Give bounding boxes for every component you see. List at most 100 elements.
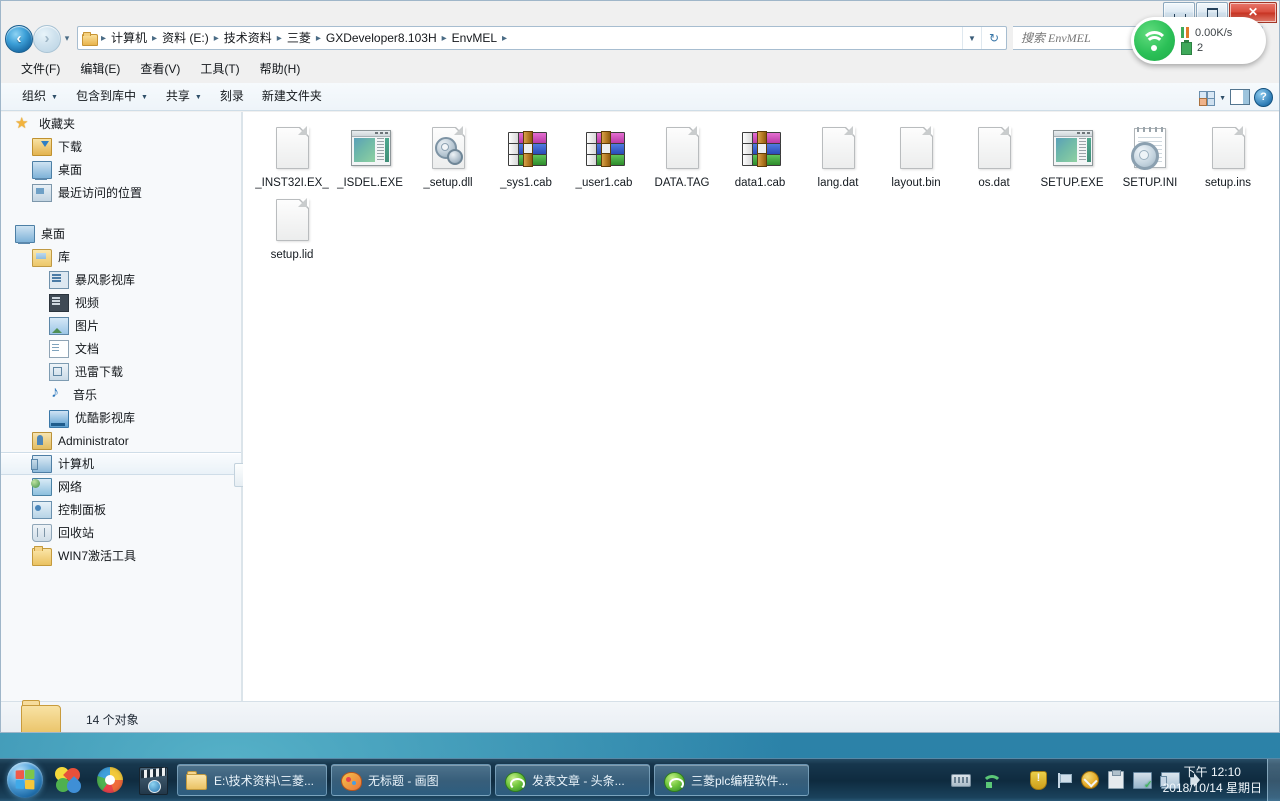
menu-item-help[interactable]: 帮助(H) [250,58,311,80]
file-list-pane[interactable]: _INST32I.EX_ _ISDEL.EXE _setup.dll [243,112,1279,701]
sidebar-item-libraries[interactable]: 库 [1,245,241,268]
security-shield-icon[interactable] [1030,771,1047,790]
preview-pane-icon[interactable] [1230,89,1250,105]
breadcrumb-separator: ▸ [212,33,221,44]
sidebar-item-recent-places[interactable]: 最近访问的位置 [1,181,241,204]
video-icon [49,294,69,312]
file-item[interactable]: SETUP.EXE [1033,124,1111,190]
sidebar-item-pictures[interactable]: 图片 [1,314,241,337]
taskbar-button-browser-plc[interactable]: 三菱plc编程软件... [654,764,809,796]
breadcrumb-item-0[interactable]: 计算机 [108,28,150,48]
toolbar-organize-button[interactable]: 组织 ▼ [13,85,67,108]
address-dropdown-button[interactable]: ▼ [962,27,981,49]
file-item[interactable]: _ISDEL.EXE [331,124,409,190]
sidebar-item-win7-activation-tool[interactable]: WIN7激活工具 [1,544,241,567]
toolbar-include-in-library-button[interactable]: 包含到库中 ▼ [67,85,157,108]
chevron-down-icon[interactable]: ▼ [1219,95,1226,102]
file-name: layout.bin [878,176,954,190]
sidebar-item-label: 控制面板 [58,502,106,518]
breadcrumb-item-2[interactable]: 技术资料 [221,28,275,48]
breadcrumb-item-3[interactable]: 三菱 [284,28,314,48]
clipboard-icon[interactable] [1108,771,1124,789]
sidebar-item-favorites[interactable]: 收藏夹 [1,112,241,135]
file-name: lang.dat [800,176,876,190]
clock[interactable]: 下午 12:10 2018/10/14 星期日 [1163,759,1262,801]
sidebar-item-network[interactable]: 网络 [1,475,241,498]
sidebar-item-music[interactable]: 音乐 [1,383,241,406]
refresh-button[interactable]: ↻ [981,27,1006,49]
sidebar-item-xunlei-download[interactable]: 迅雷下载 [1,360,241,383]
file-item[interactable]: layout.bin [877,124,955,190]
sidebar-item-baofeng-video[interactable]: 暴风影视库 [1,268,241,291]
wifi-speed-widget[interactable]: 0.00K/s 2 [1131,17,1266,64]
sidebar-item-documents[interactable]: 文档 [1,337,241,360]
status-bar: 14 个对象 [1,701,1280,733]
sidebar-item-videos[interactable]: 视频 [1,291,241,314]
sidebar-item-label: 音乐 [73,387,97,403]
start-button[interactable] [3,760,47,800]
file-item[interactable]: DATA.TAG [643,124,721,190]
toolbar-share-button[interactable]: 共享 ▼ [157,85,211,108]
menu-item-edit[interactable]: 编辑(E) [70,58,130,80]
breadcrumb-item-5[interactable]: EnvMEL [449,28,500,48]
toolbar-burn-button[interactable]: 刻录 [211,85,253,108]
show-desktop-button[interactable] [1267,759,1280,801]
flag-icon[interactable] [1056,773,1072,788]
file-name: setup.ins [1190,176,1266,190]
wifi-icon[interactable] [980,773,998,788]
file-item[interactable]: _setup.dll [409,124,487,190]
quick-launch-qq[interactable] [47,760,89,800]
file-dll-icon [424,124,472,172]
taskbar-button-browser-toutiao[interactable]: 发表文章 - 头条... [495,764,650,796]
quick-launch-video-player[interactable] [131,760,173,800]
history-dropdown-button[interactable]: ▾ [61,32,73,44]
file-item[interactable]: setup.ins [1189,124,1267,190]
file-blank-icon [814,124,862,172]
update-icon[interactable] [1081,771,1099,789]
file-item[interactable]: SETUP.INI [1111,124,1189,190]
file-item[interactable]: lang.dat [799,124,877,190]
sidebar-item-label: 迅雷下载 [75,364,123,380]
breadcrumb-item-1[interactable]: 资料 (E:) [159,28,212,48]
toolbar-new-folder-button[interactable]: 新建文件夹 [253,85,331,108]
address-box[interactable]: ▸ 计算机 ▸ 资料 (E:) ▸ 技术资料 ▸ 三菱 ▸ GXDevelope… [77,26,1007,50]
taskbar-button-paint[interactable]: 无标题 - 画图 [331,764,491,796]
sidebar-item-desktop[interactable]: 桌面 [1,158,241,181]
file-item[interactable]: data1.cab [721,124,799,190]
help-icon[interactable]: ? [1254,88,1273,107]
change-view-icon[interactable] [1198,90,1215,105]
back-button[interactable]: ‹ [5,25,33,53]
file-ini-icon [1126,124,1174,172]
network-icon [32,478,52,496]
sidebar-item-youku-video[interactable]: 优酷影视库 [1,406,241,429]
menu-item-view[interactable]: 查看(V) [130,58,190,80]
drive-ok-icon[interactable] [1133,772,1152,789]
file-item[interactable]: _user1.cab [565,124,643,190]
clock-date: 2018/10/14 星期日 [1163,781,1262,796]
menu-item-tools[interactable]: 工具(T) [190,58,249,80]
file-name: os.dat [956,176,1032,190]
sidebar-item-control-panel[interactable]: 控制面板 [1,498,241,521]
file-item[interactable]: _sys1.cab [487,124,565,190]
taskbar-button-label: 发表文章 - 头条... [532,772,625,789]
quick-launch-browser[interactable] [89,760,131,800]
sidebar-item-computer[interactable]: 计算机 [1,452,241,475]
sidebar-item-downloads[interactable]: 下载 [1,135,241,158]
file-item[interactable]: _INST32I.EX_ [253,124,331,190]
window-titlebar: ✕ [1,1,1280,23]
sidebar-item-recycle-bin[interactable]: 回收站 [1,521,241,544]
sidebar-item-label: 图片 [75,318,99,334]
sidebar-item-desktop-root[interactable]: 桌面 [1,222,241,245]
taskbar-button-explorer[interactable]: E:\技术资料\三菱... [177,764,327,796]
file-item[interactable]: setup.lid [253,196,331,262]
file-blank-icon [970,124,1018,172]
sidebar-item-administrator[interactable]: Administrator [1,429,241,452]
breadcrumb-item-4[interactable]: GXDeveloper8.103H [323,28,440,48]
file-item[interactable]: os.dat [955,124,1033,190]
file-name: SETUP.INI [1112,176,1188,190]
folder-icon [82,32,97,44]
forward-button[interactable]: › [33,25,61,53]
menu-item-file[interactable]: 文件(F) [11,58,70,80]
keyboard-icon[interactable] [951,774,971,787]
baofeng-video-icon [49,271,69,289]
